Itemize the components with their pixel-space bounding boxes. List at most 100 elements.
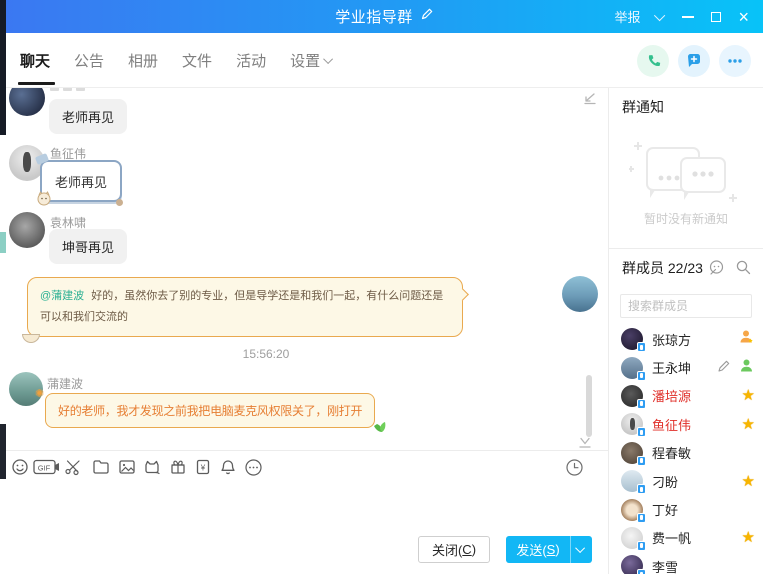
search-members-icon[interactable] <box>735 259 752 281</box>
member-row[interactable]: 李雪 <box>609 552 763 574</box>
avatar[interactable] <box>9 212 45 248</box>
send-image-button[interactable] <box>118 458 136 481</box>
close-hotkey: C <box>462 542 471 557</box>
message-bubble[interactable]: 坤哥再见 <box>49 229 127 264</box>
red-packet-button[interactable]: ¥ <box>194 458 212 481</box>
chevron-down-icon <box>323 54 333 64</box>
message-history-clock-button[interactable] <box>565 458 584 482</box>
divider <box>609 248 763 249</box>
member-row[interactable]: 丁好 <box>609 495 763 523</box>
tab-announcement[interactable]: 公告 <box>74 50 104 71</box>
edit-card-pencil-icon[interactable] <box>717 358 732 378</box>
member-name: 费一帆 <box>652 528 691 547</box>
self-message-bubble[interactable]: @蒲建波 好的，虽然你去了别的专业，但是导学还是和我们一起，有什么问题还是可以和… <box>27 277 463 337</box>
screenshot-scissors-button[interactable] <box>64 458 82 481</box>
more-actions-button[interactable] <box>719 45 751 77</box>
member-name: 张琼方 <box>652 330 691 349</box>
emoji-button[interactable] <box>11 458 29 481</box>
svg-text:GIF: GIF <box>38 464 51 473</box>
title-star-badge-icon: ★ <box>742 530 755 545</box>
group-notice-title: 群通知 <box>622 97 664 117</box>
send-file-folder-button[interactable] <box>92 458 110 481</box>
scroll-to-bottom-button[interactable] <box>577 435 593 450</box>
send-hotkey: S <box>547 542 556 557</box>
phone-icon <box>644 52 662 70</box>
member-search-input[interactable] <box>621 295 751 317</box>
maximize-button[interactable] <box>711 12 721 22</box>
member-row[interactable]: 张琼方 <box>609 325 763 353</box>
mute-members-icon[interactable] <box>708 259 725 281</box>
member-search-box[interactable] <box>620 294 752 318</box>
bubble-tail <box>456 288 469 301</box>
mobile-online-badge <box>637 456 646 466</box>
gift-button[interactable] <box>169 458 187 481</box>
bubble-ornament <box>116 199 123 206</box>
tab-chat[interactable]: 聊天 <box>20 50 50 71</box>
active-tab-indicator <box>18 82 55 85</box>
member-row[interactable]: 刁盼 ★ <box>609 467 763 495</box>
send-button[interactable]: 发送(S) <box>506 536 592 563</box>
member-avatar <box>621 527 643 549</box>
member-avatar <box>621 328 643 350</box>
close-window-button[interactable]: × <box>738 12 749 22</box>
message-bubble[interactable]: 好的老师，我才发现之前我把电脑麦克风权限关了，刚打开 <box>45 393 375 428</box>
member-row[interactable]: 鱼征伟 ★ <box>609 410 763 438</box>
tab-files[interactable]: 文件 <box>182 50 212 71</box>
scroll-to-top-button[interactable] <box>582 91 598 112</box>
message-list: 老师再见 鱼征伟 老师再见 袁林啸 坤哥再见 @蒲建波 好的，虽然你去了别的专业… <box>6 88 608 450</box>
clipped-sender-name <box>76 88 85 91</box>
self-avatar[interactable] <box>562 276 598 312</box>
clipped-sender-name <box>50 88 59 91</box>
voice-call-button[interactable] <box>637 45 669 77</box>
title-star-badge-icon: ★ <box>742 474 755 489</box>
ellipsis-icon <box>726 52 744 70</box>
title-star-badge-icon: ★ <box>742 417 755 432</box>
member-name: 王永坤 <box>652 358 691 377</box>
edit-title-icon[interactable] <box>420 7 434 26</box>
member-row[interactable]: 程春敏 <box>609 439 763 467</box>
member-row[interactable]: 费一帆 ★ <box>609 524 763 552</box>
member-name: 李雪 <box>652 557 678 574</box>
send-options-dropdown[interactable] <box>570 536 592 563</box>
create-chat-button[interactable] <box>678 45 710 77</box>
member-row[interactable]: 王永坤 <box>609 353 763 381</box>
sun-ornament-icon: ✺ <box>35 387 44 400</box>
gif-hot-pics-button[interactable]: GIF <box>33 458 59 481</box>
member-row[interactable]: 潘培源 ★ <box>609 382 763 410</box>
member-avatar <box>621 413 643 435</box>
avatar[interactable] <box>9 88 45 116</box>
member-avatar <box>621 385 643 407</box>
minimize-button[interactable] <box>682 16 694 18</box>
group-title: 学业指导群 <box>335 6 413 27</box>
member-name: 丁好 <box>652 500 678 519</box>
message-bubble[interactable]: 老师再见 <box>49 99 127 134</box>
bubble-ornament <box>22 334 40 343</box>
mobile-online-badge <box>637 513 646 523</box>
report-dropdown-icon[interactable] <box>654 9 665 20</box>
member-avatar <box>621 442 643 464</box>
chat-scrollbar[interactable] <box>586 375 592 437</box>
title-star-badge-icon: ★ <box>742 388 755 403</box>
send-label: 发送( <box>516 540 546 559</box>
sticker-bag-button[interactable] <box>143 458 161 481</box>
empty-notice-illustration <box>629 140 743 213</box>
tabbar: 聊天 公告 相册 文件 活动 设置 <box>6 33 763 88</box>
notification-bell-button[interactable] <box>219 458 237 481</box>
clipped-sender-name <box>63 88 72 91</box>
tab-album[interactable]: 相册 <box>128 50 158 71</box>
styled-message-bubble[interactable]: 老师再见 <box>40 160 122 202</box>
close-chat-button[interactable]: 关闭(C) <box>418 536 490 563</box>
sender-name: 蒲建波 <box>47 375 83 392</box>
more-tools-button[interactable] <box>244 458 263 482</box>
qq-group-chat-window: 学业指导群 举报 × 聊天 公告 相册 文件 活动 设置 <box>0 0 763 574</box>
mobile-online-badge <box>637 569 646 574</box>
report-button[interactable]: 举报 <box>614 7 640 26</box>
mobile-online-badge <box>637 371 646 381</box>
message-input[interactable] <box>6 482 608 530</box>
tab-activity[interactable]: 活动 <box>236 50 266 71</box>
mention-link[interactable]: @蒲建波 <box>40 290 84 302</box>
tab-settings[interactable]: 设置 <box>290 50 333 71</box>
group-owner-badge-icon <box>738 328 755 350</box>
message-text: 老师再见 <box>55 172 107 191</box>
member-name: 程春敏 <box>652 443 691 462</box>
